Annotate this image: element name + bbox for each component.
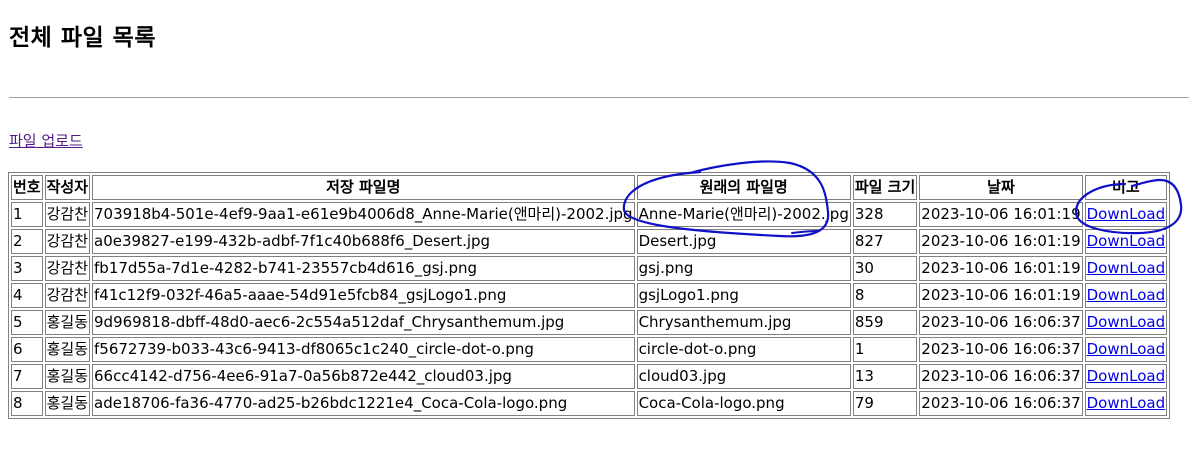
- download-link[interactable]: DownLoad: [1087, 367, 1166, 385]
- cell-saved-filename: 66cc4142-d756-4ee6-91a7-0a56b872e442_clo…: [92, 364, 635, 389]
- cell-remarks: DownLoad: [1084, 229, 1168, 254]
- download-link[interactable]: DownLoad: [1087, 205, 1166, 223]
- cell-author: 강감찬: [44, 283, 91, 308]
- cell-file-size: 328: [852, 202, 918, 227]
- cell-date: 2023-10-06 16:06:37: [919, 310, 1083, 335]
- cell-date: 2023-10-06 16:01:19: [919, 202, 1083, 227]
- cell-remarks: DownLoad: [1084, 202, 1168, 227]
- cell-number: 2: [11, 229, 43, 254]
- cell-saved-filename: a0e39827-e199-432b-adbf-7f1c40b688f6_Des…: [92, 229, 635, 254]
- cell-original-filename: gsj.png: [636, 256, 851, 281]
- cell-author: 강감찬: [44, 202, 91, 227]
- cell-saved-filename: f5672739-b033-43c6-9413-df8065c1c240_cir…: [92, 337, 635, 362]
- cell-original-filename: gsjLogo1.png: [636, 283, 851, 308]
- cell-number: 7: [11, 364, 43, 389]
- download-link[interactable]: DownLoad: [1087, 232, 1166, 250]
- cell-saved-filename: 703918b4-501e-4ef9-9aa1-e61e9b4006d8_Ann…: [92, 202, 635, 227]
- cell-date: 2023-10-06 16:01:19: [919, 256, 1083, 281]
- header-author: 작성자: [44, 175, 91, 200]
- cell-saved-filename: ade18706-fa36-4770-ad25-b26bdc1221e4_Coc…: [92, 391, 635, 416]
- download-link[interactable]: DownLoad: [1087, 313, 1166, 331]
- cell-date: 2023-10-06 16:01:19: [919, 283, 1083, 308]
- table-row: 6 홍길동 f5672739-b033-43c6-9413-df8065c1c2…: [11, 337, 1168, 362]
- header-file-size: 파일 크기: [852, 175, 918, 200]
- download-link[interactable]: DownLoad: [1087, 340, 1166, 358]
- cell-original-filename: Coca-Cola-logo.png: [636, 391, 851, 416]
- cell-number: 3: [11, 256, 43, 281]
- cell-author: 홍길동: [44, 337, 91, 362]
- cell-author: 홍길동: [44, 310, 91, 335]
- download-link[interactable]: DownLoad: [1087, 394, 1166, 412]
- cell-date: 2023-10-06 16:06:37: [919, 364, 1083, 389]
- cell-author: 홍길동: [44, 364, 91, 389]
- cell-file-size: 13: [852, 364, 918, 389]
- cell-saved-filename: 9d969818-dbff-48d0-aec6-2c554a512daf_Chr…: [92, 310, 635, 335]
- cell-date: 2023-10-06 16:06:37: [919, 391, 1083, 416]
- cell-original-filename: Chrysanthemum.jpg: [636, 310, 851, 335]
- cell-author: 홍길동: [44, 391, 91, 416]
- cell-saved-filename: fb17d55a-7d1e-4282-b741-23557cb4d616_gsj…: [92, 256, 635, 281]
- cell-remarks: DownLoad: [1084, 364, 1168, 389]
- header-saved-filename: 저장 파일명: [92, 175, 635, 200]
- cell-original-filename: cloud03.jpg: [636, 364, 851, 389]
- cell-file-size: 859: [852, 310, 918, 335]
- cell-original-filename: Desert.jpg: [636, 229, 851, 254]
- cell-file-size: 827: [852, 229, 918, 254]
- cell-number: 6: [11, 337, 43, 362]
- cell-number: 4: [11, 283, 43, 308]
- header-date: 날짜: [919, 175, 1083, 200]
- cell-remarks: DownLoad: [1084, 337, 1168, 362]
- cell-author: 강감찬: [44, 229, 91, 254]
- table-row: 2 강감찬 a0e39827-e199-432b-adbf-7f1c40b688…: [11, 229, 1168, 254]
- divider: [9, 97, 1189, 98]
- table-row: 8 홍길동 ade18706-fa36-4770-ad25-b26bdc1221…: [11, 391, 1168, 416]
- table-header-row: 번호 작성자 저장 파일명 원래의 파일명 파일 크기 날짜 비고: [11, 175, 1168, 200]
- cell-original-filename: Anne-Marie(앤마리)-2002.jpg: [636, 202, 851, 227]
- download-link[interactable]: DownLoad: [1087, 259, 1166, 277]
- cell-original-filename: circle-dot-o.png: [636, 337, 851, 362]
- table-row: 5 홍길동 9d969818-dbff-48d0-aec6-2c554a512d…: [11, 310, 1168, 335]
- header-number: 번호: [11, 175, 43, 200]
- cell-number: 8: [11, 391, 43, 416]
- cell-number: 5: [11, 310, 43, 335]
- cell-file-size: 8: [852, 283, 918, 308]
- download-link[interactable]: DownLoad: [1087, 286, 1166, 304]
- cell-file-size: 79: [852, 391, 918, 416]
- file-list-table: 번호 작성자 저장 파일명 원래의 파일명 파일 크기 날짜 비고 1 강감찬 …: [8, 172, 1171, 419]
- header-original-filename: 원래의 파일명: [636, 175, 851, 200]
- table-row: 3 강감찬 fb17d55a-7d1e-4282-b741-23557cb4d6…: [11, 256, 1168, 281]
- cell-file-size: 30: [852, 256, 918, 281]
- table-row: 4 강감찬 f41c12f9-032f-46a5-aaae-54d91e5fcb…: [11, 283, 1168, 308]
- table-row: 1 강감찬 703918b4-501e-4ef9-9aa1-e61e9b4006…: [11, 202, 1168, 227]
- cell-date: 2023-10-06 16:01:19: [919, 229, 1083, 254]
- table-row: 7 홍길동 66cc4142-d756-4ee6-91a7-0a56b872e4…: [11, 364, 1168, 389]
- cell-date: 2023-10-06 16:06:37: [919, 337, 1083, 362]
- cell-remarks: DownLoad: [1084, 256, 1168, 281]
- file-upload-link[interactable]: 파일 업로드: [9, 130, 83, 151]
- cell-file-size: 1: [852, 337, 918, 362]
- cell-remarks: DownLoad: [1084, 391, 1168, 416]
- cell-remarks: DownLoad: [1084, 310, 1168, 335]
- page-title: 전체 파일 목록: [9, 25, 156, 51]
- cell-saved-filename: f41c12f9-032f-46a5-aaae-54d91e5fcb84_gsj…: [92, 283, 635, 308]
- cell-author: 강감찬: [44, 256, 91, 281]
- header-remarks: 비고: [1084, 175, 1168, 200]
- cell-number: 1: [11, 202, 43, 227]
- cell-remarks: DownLoad: [1084, 283, 1168, 308]
